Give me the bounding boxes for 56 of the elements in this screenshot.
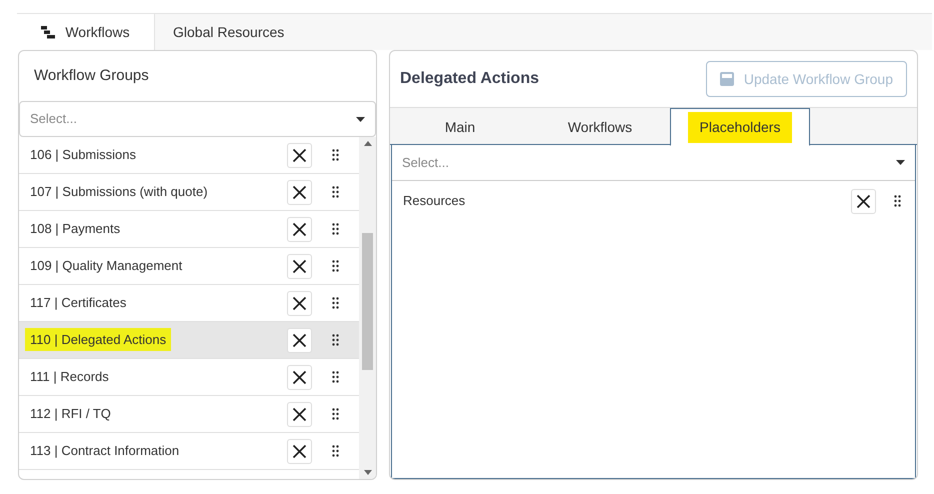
scroll-thumb[interactable]	[362, 233, 373, 370]
drag-handle-icon[interactable]	[332, 408, 339, 420]
drag-handle-icon[interactable]	[332, 371, 339, 383]
drag-handle-icon[interactable]	[332, 445, 339, 457]
dropdown-caret-icon	[356, 116, 365, 122]
close-icon	[292, 296, 307, 310]
close-icon	[292, 148, 307, 162]
remove-button[interactable]	[287, 290, 312, 316]
row-label: 109 | Quality Management	[29, 257, 184, 276]
panel-title: Workflow Groups	[33, 66, 150, 86]
remove-button[interactable]	[287, 438, 312, 464]
row-label: 106 | Submissions	[29, 146, 137, 164]
row-label: 108 | Payments	[29, 220, 122, 238]
drag-handle-icon[interactable]	[332, 260, 339, 272]
tab[interactable]: Placeholders	[670, 108, 810, 146]
drag-handle-icon[interactable]	[332, 223, 339, 235]
remove-button[interactable]	[287, 142, 312, 168]
close-icon	[292, 406, 307, 422]
drag-handle-icon[interactable]	[894, 195, 901, 207]
remove-button[interactable]	[287, 254, 312, 278]
select-field[interactable]: Select...	[19, 101, 376, 137]
list-row[interactable]: 110 | Delegated Actions	[19, 322, 359, 359]
select-field[interactable]: Select...	[392, 145, 915, 181]
row-label: 111 | Records	[29, 368, 110, 386]
remove-button[interactable]	[287, 328, 312, 352]
tab[interactable]: Global Resources	[155, 14, 302, 50]
row-label: 112 | RFI / TQ	[29, 405, 112, 424]
drag-handle-icon[interactable]	[332, 334, 339, 346]
row-label: 113 | Contract Information	[29, 442, 180, 460]
remove-button[interactable]	[287, 216, 312, 242]
scroll-down-icon[interactable]	[364, 470, 372, 475]
tab[interactable]: Workflows	[17, 14, 155, 50]
drag-handle-icon[interactable]	[332, 297, 339, 309]
save-icon	[720, 72, 734, 86]
scrollbar[interactable]	[359, 137, 376, 479]
row-label: 117 | Certificates	[29, 294, 128, 312]
drag-handle-icon[interactable]	[332, 149, 339, 161]
close-icon	[292, 370, 307, 384]
close-icon	[856, 194, 871, 208]
scroll-up-icon[interactable]	[364, 141, 372, 146]
close-icon	[292, 184, 307, 200]
row-label: 107 | Submissions (with quote)	[29, 183, 209, 202]
drag-handle-icon[interactable]	[332, 186, 339, 198]
remove-button[interactable]	[851, 188, 876, 214]
dropdown-caret-icon	[896, 160, 905, 165]
remove-button[interactable]	[287, 180, 312, 204]
remove-button[interactable]	[287, 402, 312, 426]
remove-button[interactable]	[287, 364, 312, 390]
row-label: Resources	[403, 192, 466, 210]
tab[interactable]: Main	[390, 108, 530, 146]
close-icon	[292, 444, 307, 458]
close-icon	[292, 222, 307, 236]
tab[interactable]: Workflows	[530, 108, 670, 146]
panel-title: Delegated Actions	[400, 69, 539, 89]
close-icon	[292, 332, 307, 348]
close-icon	[292, 258, 307, 274]
